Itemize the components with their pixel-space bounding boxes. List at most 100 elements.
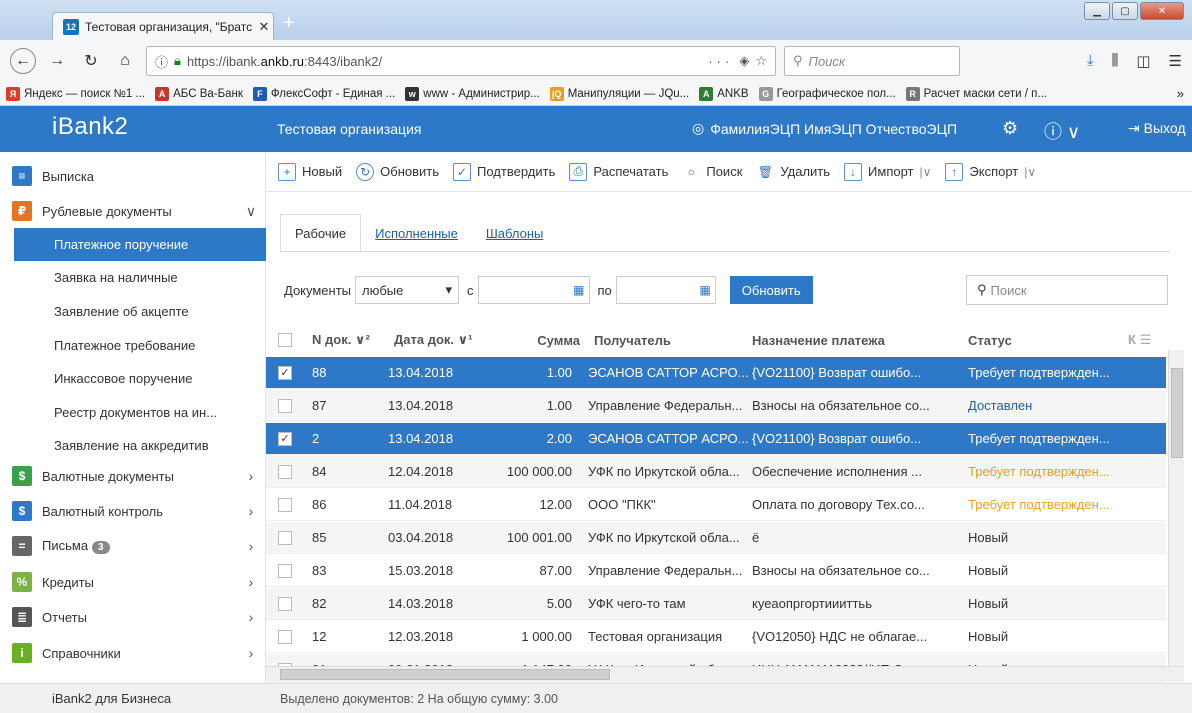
chevron-icon[interactable]: › [236,538,266,554]
delete-button[interactable]: 🗑︎ Удалить [756,163,830,181]
vertical-scroll-thumb[interactable] [1171,368,1183,458]
header-date[interactable]: Дата док. ∨¹ [374,332,474,348]
browser-search-input[interactable]: ⚲ Поиск [784,46,960,76]
header-num[interactable]: N док. ∨² [304,332,374,348]
chevron-icon[interactable]: › [236,645,266,661]
bookmark-item[interactable]: jQ Манипуляции — JQu... [549,86,689,101]
select-all-checkbox[interactable] [278,333,292,347]
menu-icon[interactable]: ☰ [1169,52,1182,70]
document-search-input[interactable]: ⚲ Поиск [966,275,1168,305]
settings-icon[interactable]: ⚙ [1002,118,1018,139]
sidebar-subitem[interactable]: Реестр документов на ин... [0,396,266,429]
chevron-icon[interactable]: › [236,468,266,484]
minimize-icon[interactable]: ▁ [1084,2,1110,20]
new-tab-icon[interactable]: + [283,12,295,35]
table-row[interactable]: 86 11.04.2018 12.00 ООО "ПКК" Оплата по дого… [266,489,1166,521]
sidebar-item-ruble-docs[interactable]: ₽ Рублевые документы ∨ [0,194,266,228]
horizontal-scroll-thumb[interactable] [280,669,610,680]
reload-icon[interactable]: ↻ [78,48,104,74]
header-status[interactable]: Статус [968,333,1128,348]
forward-icon[interactable]: → [44,48,70,74]
search-button[interactable]: ○ Поиск [682,163,743,181]
logout-button[interactable]: ⇥ Выход [1128,120,1186,137]
user-name[interactable]: ◎ ФамилияЭЦП ИмяЭЦП ОтчествоЭЦП [692,120,957,137]
sidebar-subitem[interactable]: Заявка на наличные [0,261,266,294]
horizontal-scrollbar[interactable] [266,666,1184,682]
bookmark-star-icon[interactable]: ☆ [755,53,767,69]
row-checkbox[interactable] [278,464,292,479]
bookmark-item[interactable]: А АБС Ва-Банк [155,86,243,101]
sidebar-subitem[interactable]: Платежное поручение [14,228,266,261]
calendar-icon[interactable]: ▦ [573,283,584,297]
site-info-icon[interactable]: ⓘ [155,52,168,71]
header-purpose[interactable]: Назначение платежа [752,333,968,348]
row-checkbox[interactable]: ✓ [278,365,292,380]
page-actions-icon[interactable]: ··· [708,54,733,69]
sidebar-item-letters[interactable]: = Письма 3 › [0,529,266,563]
window-close-icon[interactable]: ✕ [1140,2,1184,20]
table-row[interactable]: 84 12.04.2018 100 000.00 УФК по Иркутской о… [266,456,1166,488]
home-icon[interactable]: ⌂ [112,48,138,74]
organization-name[interactable]: Тестовая организация [277,121,421,137]
sidebar-subitem[interactable]: Инкассовое поручение [0,362,266,395]
bookmark-item[interactable]: F ФлексСофт - Единая ... [252,86,395,101]
vertical-scrollbar[interactable] [1168,350,1184,668]
table-row[interactable]: 87 13.04.2018 1.00 Управление Федеральн... В… [266,390,1166,422]
sidebar-item-credits[interactable]: % Кредиты › [0,565,266,599]
columns-menu-icon[interactable]: ☰ [1140,332,1152,347]
row-checkbox[interactable] [278,629,292,644]
sidebar-item-directories[interactable]: i Справочники › [0,636,266,670]
browser-tab[interactable]: 12 Тестовая организация, "Братс ✕ [52,12,274,41]
tab-close-icon[interactable]: ✕ [255,19,273,35]
maximize-icon[interactable]: ▢ [1112,2,1138,20]
sidebar-subitem[interactable]: Платежное требование [0,329,266,362]
table-row[interactable]: 82 14.03.2018 5.00 УФК чего-то там куеаопрго… [266,588,1166,620]
chevron-down-icon[interactable]: |∨ [1024,165,1036,179]
table-row[interactable]: 83 15.03.2018 87.00 Управление Федеральн...… [266,555,1166,587]
row-checkbox[interactable]: ✓ [278,431,292,446]
export-button[interactable]: ↑ Экспорт |∨ [945,162,1036,181]
header-sum[interactable]: Сумма [474,333,586,348]
row-checkbox[interactable] [278,563,292,578]
bookmark-item[interactable]: R Расчет маски сети / п... [905,86,1047,101]
date-from-input[interactable]: ▦ [477,276,590,304]
row-checkbox[interactable] [278,530,292,545]
tab-templates[interactable]: Шаблоны [472,214,558,252]
pocket-icon[interactable]: ◈ [739,53,749,69]
bookmark-item[interactable]: w www - Администрир... [405,86,540,101]
calendar-icon[interactable]: ▦ [699,283,710,297]
sidebar-item-reports[interactable]: ≣ Отчеты › [0,600,266,634]
chevron-icon[interactable]: ∨ [236,203,266,220]
table-row[interactable]: 85 03.04.2018 100 001.00 УФК по Иркутской о… [266,522,1166,554]
sidebar-item-statement[interactable]: ≡ Выписка [0,159,266,193]
table-row[interactable]: ✓ 88 13.04.2018 1.00 ЭСАНОВ САТТОР АСРО... {V… [266,357,1166,389]
refresh-button[interactable]: ↻ Обновить [356,162,439,181]
sidebar-toggle-icon[interactable]: ◫ [1136,52,1150,70]
header-more[interactable]: К ☰ [1128,332,1151,348]
documents-select[interactable]: любые ▾ [355,276,460,304]
sidebar-subitem[interactable]: Заявление на аккредитив [0,429,266,462]
row-checkbox[interactable] [278,398,292,413]
row-checkbox[interactable] [278,596,292,611]
chevron-down-icon[interactable]: |∨ [919,165,931,179]
bookmark-item[interactable]: Я Яндекс — поиск №1 ... [6,86,145,101]
print-button[interactable]: ⎙ Распечатать [569,162,668,181]
import-button[interactable]: ↓ Импорт |∨ [844,162,931,181]
library-icon[interactable]: ⫼ [1111,52,1118,70]
url-bar[interactable]: ⓘ 🔒︎ https://ibank.ankb.ru:8443/ibank2/ … [146,46,776,76]
bookmark-item[interactable]: G Географическое пол... [758,86,896,101]
apply-filter-button[interactable]: Обновить [729,276,813,304]
header-receiver[interactable]: Получатель [586,333,752,348]
tab-executed[interactable]: Исполненные [361,214,472,252]
table-row[interactable]: 12 12.03.2018 1 000.00 Тестовая организация… [266,621,1166,653]
confirm-button[interactable]: ✓ Подтвердить [453,162,555,181]
sidebar-item-currency-docs[interactable]: $ Валютные документы › [0,459,266,493]
date-to-input[interactable]: ▦ [615,276,716,304]
app-logo[interactable]: iBank2 [52,113,128,141]
chevron-icon[interactable]: › [236,609,266,625]
row-checkbox[interactable] [278,497,292,512]
new-button[interactable]: + Новый [278,162,342,181]
chevron-icon[interactable]: › [236,503,266,519]
tab-working[interactable]: Рабочие [280,214,362,252]
help-icon[interactable]: ⓘ ∨ [1044,118,1080,144]
